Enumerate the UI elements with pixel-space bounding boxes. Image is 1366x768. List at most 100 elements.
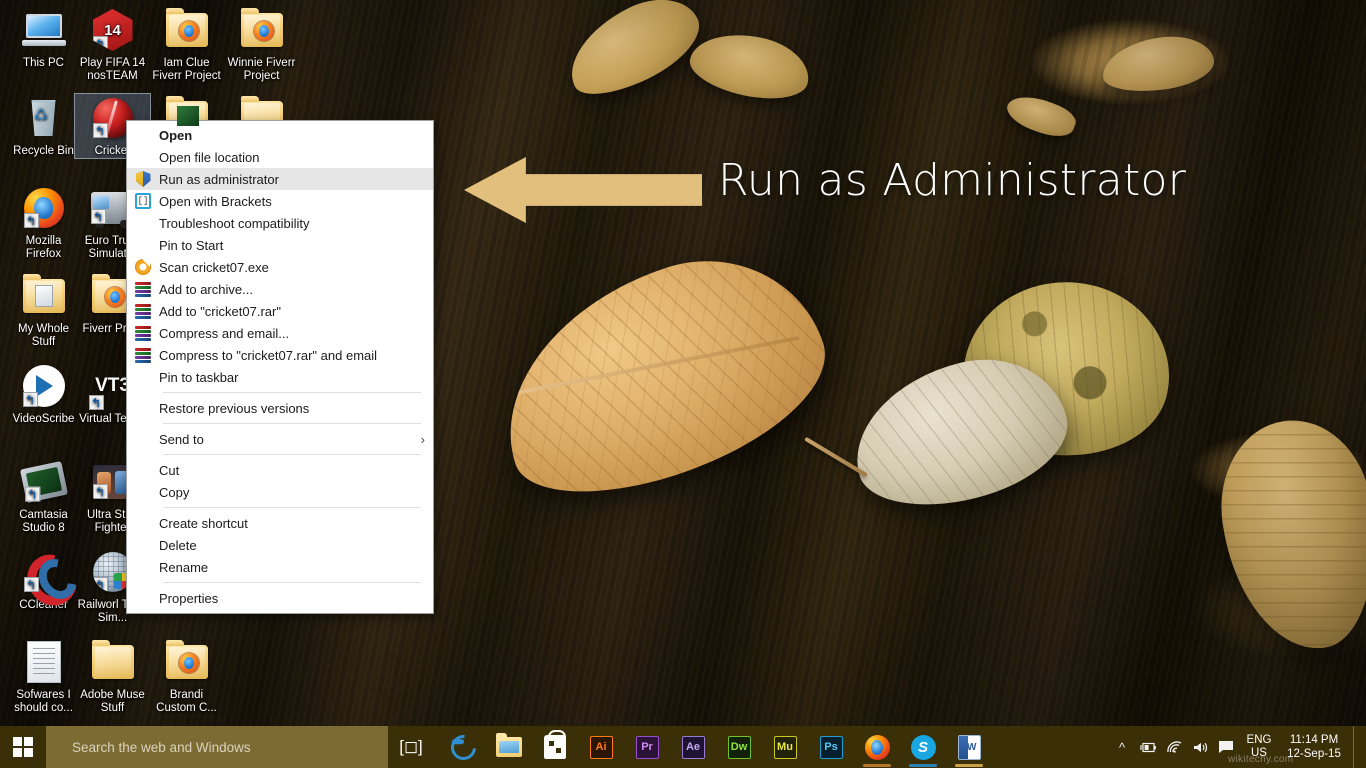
menu-item-open-file-location[interactable]: Open file location — [127, 146, 433, 168]
this-pc-icon — [20, 6, 68, 54]
menu-item-label: Copy — [159, 485, 425, 500]
taskbar-app-word[interactable]: W — [946, 726, 992, 768]
menu-item-label: Delete — [159, 538, 425, 553]
menu-separator — [163, 454, 421, 455]
desktop-icon-sofwares-i-should-co[interactable]: Sofwares I should co... — [6, 638, 81, 715]
ccleaner-icon — [20, 548, 68, 596]
task-view-icon: [◻] — [399, 737, 423, 757]
volume-glyph — [1192, 741, 1209, 754]
taskbar-app-dreamweaver[interactable]: Dw — [716, 726, 762, 768]
menu-item-add-to-archive[interactable]: Add to archive... — [127, 278, 433, 300]
menu-item-icon — [127, 304, 159, 319]
menu-item-restore-previous-versions[interactable]: Restore previous versions — [127, 397, 433, 419]
menu-item-compress-and-email[interactable]: Compress and email... — [127, 322, 433, 344]
desktop-icon-label: VideoScribe — [6, 413, 81, 426]
file-context-menu[interactable]: OpenOpen file locationRun as administrat… — [126, 120, 434, 614]
desktop-icon-label: Mozilla Firefox — [6, 235, 81, 261]
taskbar-app-after-effects[interactable]: Ae — [670, 726, 716, 768]
menu-item-run-as-administrator[interactable]: Run as administrator — [127, 168, 433, 190]
taskbar-app-premiere[interactable]: Pr — [624, 726, 670, 768]
search-placeholder-text: Search the web and Windows — [72, 740, 251, 755]
menu-item-open[interactable]: Open — [127, 124, 433, 146]
search-input[interactable]: Search the web and Windows — [46, 726, 388, 768]
menu-item-label: Compress and email... — [159, 326, 425, 341]
menu-item-rename[interactable]: Rename — [127, 556, 433, 578]
desktop-icon-brandi-custom-c[interactable]: Brandi Custom C... — [149, 638, 224, 715]
desktop-icon-adobe-muse-stuff[interactable]: Adobe Muse Stuff — [75, 638, 150, 715]
taskbar-app-list: AiPr Ae Dw Mu Ps SW — [440, 726, 992, 768]
clock[interactable]: 11:14 PM 12-Sep-15 — [1279, 733, 1353, 761]
speech-bubble-glyph — [1218, 740, 1234, 754]
desktop-icon-label: My Whole Stuff — [6, 323, 81, 349]
desktop-icon-mozilla-firefox[interactable]: Mozilla Firefox — [6, 184, 81, 261]
desktop-icon-this-pc[interactable]: This PC — [6, 6, 81, 70]
menu-item-label: Rename — [159, 560, 425, 575]
brackets-icon: [] — [135, 193, 151, 209]
menu-item-cut[interactable]: Cut — [127, 459, 433, 481]
menu-item-properties[interactable]: Properties — [127, 587, 433, 609]
desktop-icon-iam-clue-fiverr-project[interactable]: Iam Clue Fiverr Project — [149, 6, 224, 83]
taskbar-app-photoshop[interactable]: Ps — [808, 726, 854, 768]
battery-glyph — [1140, 741, 1157, 754]
after-effects-icon: Ae — [682, 736, 705, 759]
start-button[interactable] — [0, 726, 46, 768]
menu-item-add-to-cricket07-rar[interactable]: Add to "cricket07.rar" — [127, 300, 433, 322]
photoshop-icon: Ps — [820, 736, 843, 759]
winrar-icon — [135, 282, 151, 297]
taskbar-app-illustrator[interactable]: Ai — [578, 726, 624, 768]
battery-icon[interactable] — [1135, 726, 1161, 768]
desktop-icon-winnie-fiverr-project[interactable]: Winnie Fiverr Project — [224, 6, 299, 83]
desktop-icon-videoscribe[interactable]: VideoScribe — [6, 362, 81, 426]
menu-item-icon: [] — [127, 193, 159, 209]
menu-item-create-shortcut[interactable]: Create shortcut — [127, 512, 433, 534]
language-indicator[interactable]: ENG US — [1239, 734, 1279, 760]
menu-item-compress-to-cricket07-rar-and-email[interactable]: Compress to "cricket07.rar" and email — [127, 344, 433, 366]
skype-icon: S — [911, 735, 936, 760]
folder-firefox-icon — [238, 6, 286, 54]
desktop-icon-label: Adobe Muse Stuff — [75, 689, 150, 715]
show-hidden-icons-button[interactable]: ^ — [1109, 726, 1135, 768]
taskbar-app-firefox[interactable] — [854, 726, 900, 768]
wifi-icon[interactable] — [1161, 726, 1187, 768]
task-view-button[interactable]: [◻] — [388, 726, 434, 768]
show-desktop-button[interactable] — [1353, 726, 1362, 768]
volume-icon[interactable] — [1187, 726, 1213, 768]
menu-item-label: Compress to "cricket07.rar" and email — [159, 348, 425, 363]
photoshop-label: Ps — [824, 741, 837, 753]
menu-item-send-to[interactable]: Send to› — [127, 428, 433, 450]
folder-icon — [20, 272, 68, 320]
desktop-icon-ccleaner[interactable]: CCleaner — [6, 548, 81, 612]
desktop-icon-label: Iam Clue Fiverr Project — [149, 57, 224, 83]
menu-item-pin-to-taskbar[interactable]: Pin to taskbar — [127, 366, 433, 388]
callout-text: Run as Administrator — [718, 155, 1186, 206]
muse-icon: Mu — [774, 736, 797, 759]
menu-item-icon — [127, 326, 159, 341]
desktop-icon-play-fifa-14-nosteam[interactable]: 14Play FIFA 14 nosTEAM — [75, 6, 150, 83]
menu-item-pin-to-start[interactable]: Pin to Start — [127, 234, 433, 256]
desktop-icon-recycle-bin[interactable]: Recycle Bin — [6, 94, 81, 158]
scan-icon — [135, 259, 151, 275]
menu-item-open-with-brackets[interactable]: []Open with Brackets — [127, 190, 433, 212]
desktop-icon-label: Recycle Bin — [6, 145, 81, 158]
file-explorer-icon — [496, 737, 522, 757]
language-code-primary: ENG — [1241, 734, 1277, 747]
desktop-icon-camtasia-studio-8[interactable]: Camtasia Studio 8 — [6, 458, 81, 535]
system-tray: ^ — [1109, 726, 1366, 768]
folder-firefox-icon — [163, 638, 211, 686]
dreamweaver-icon: Dw — [728, 736, 751, 759]
menu-item-troubleshoot-compatibility[interactable]: Troubleshoot compatibility — [127, 212, 433, 234]
action-center-icon[interactable] — [1213, 726, 1239, 768]
menu-item-scan-cricket07-exe[interactable]: Scan cricket07.exe — [127, 256, 433, 278]
desktop-icon-label: Sofwares I should co... — [6, 689, 81, 715]
taskbar-app-file-explorer[interactable] — [486, 726, 532, 768]
menu-item-label: Troubleshoot compatibility — [159, 216, 425, 231]
edge-icon — [445, 729, 480, 764]
taskbar-app-skype[interactable]: S — [900, 726, 946, 768]
menu-item-delete[interactable]: Delete — [127, 534, 433, 556]
menu-item-label: Add to archive... — [159, 282, 425, 297]
taskbar-app-edge[interactable] — [440, 726, 486, 768]
taskbar-app-store[interactable] — [532, 726, 578, 768]
menu-item-copy[interactable]: Copy — [127, 481, 433, 503]
taskbar-app-muse[interactable]: Mu — [762, 726, 808, 768]
desktop-icon-my-whole-stuff[interactable]: My Whole Stuff — [6, 272, 81, 349]
